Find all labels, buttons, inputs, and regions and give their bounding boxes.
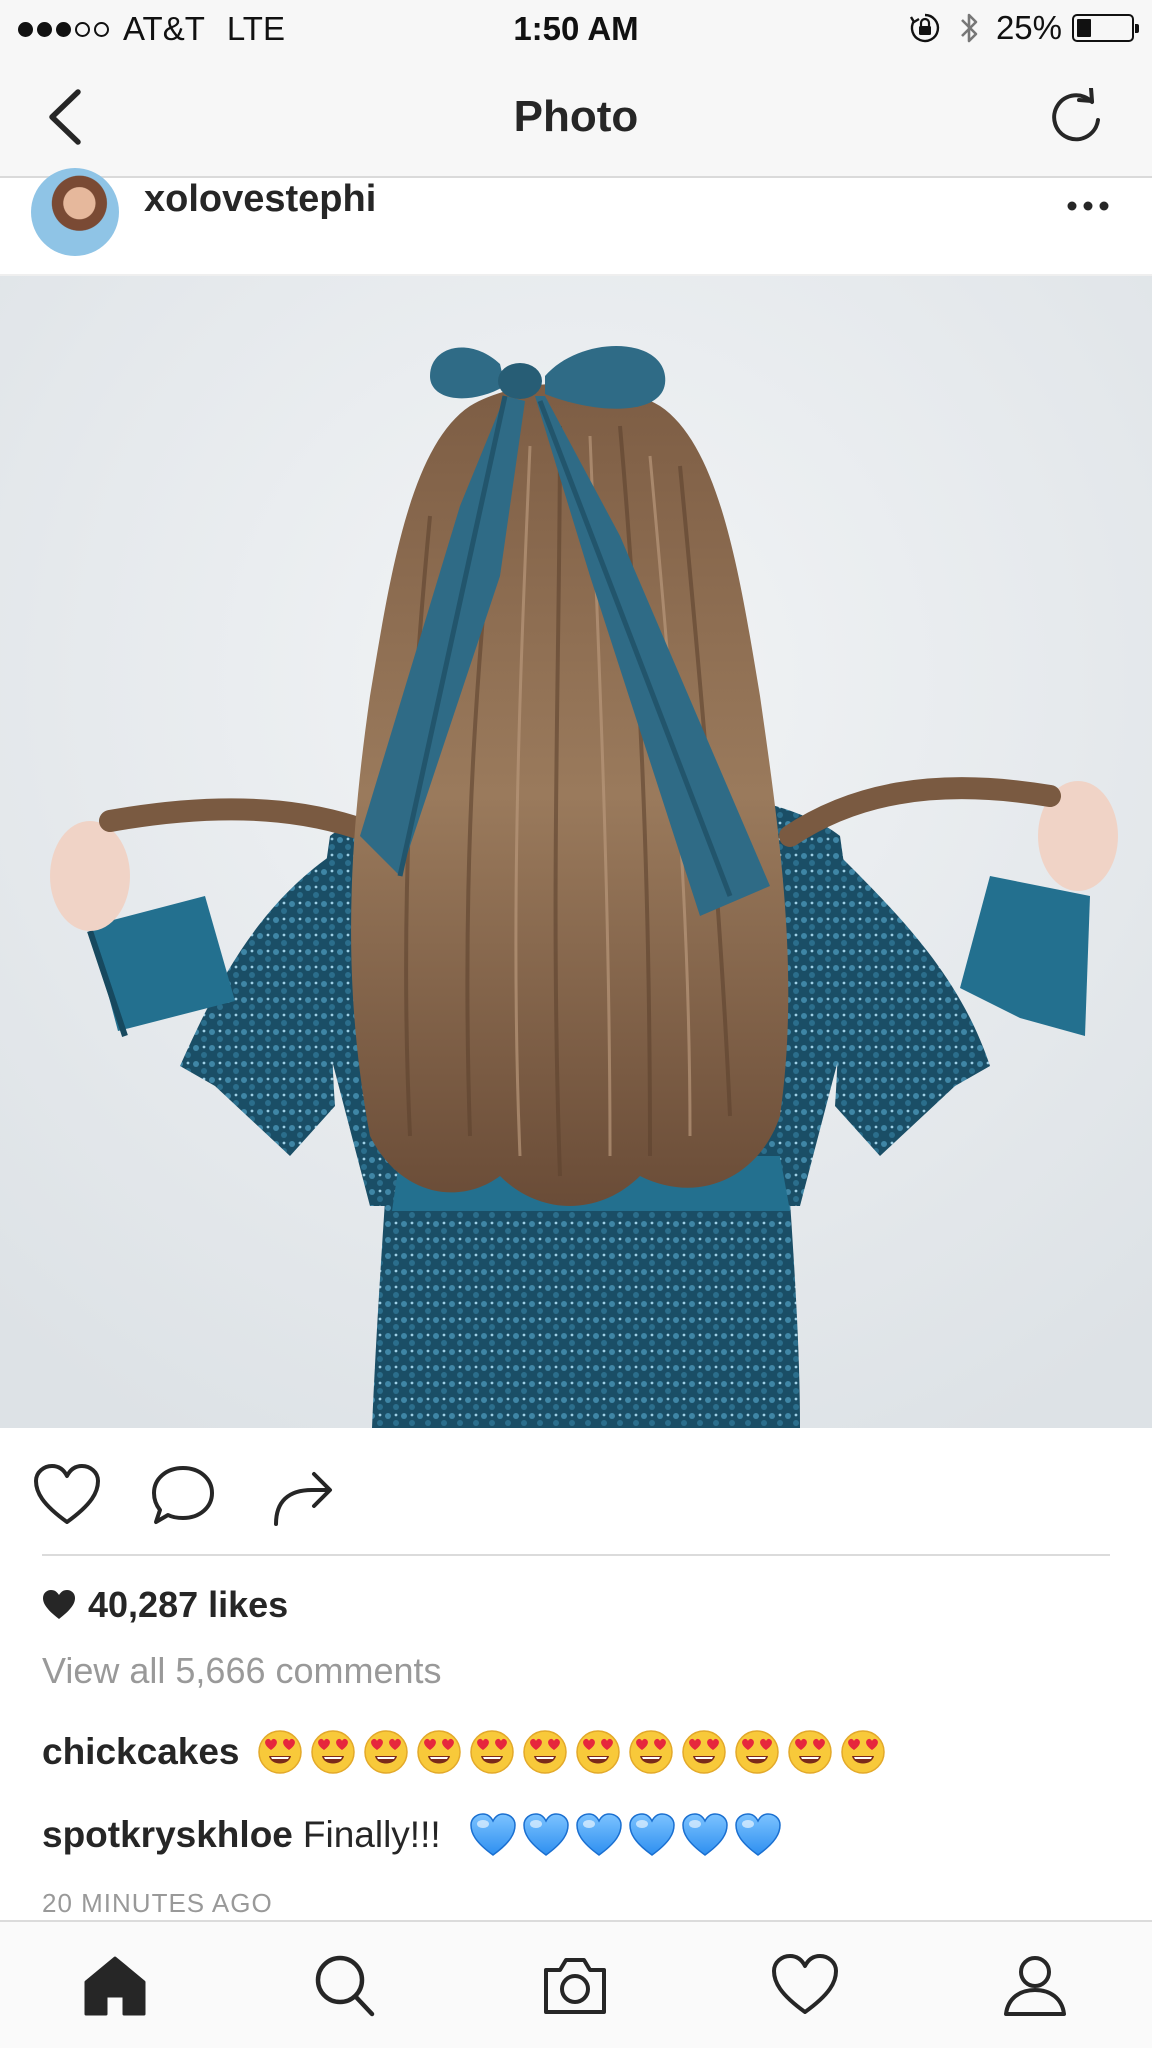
- ellipsis-icon[interactable]: [1066, 200, 1110, 212]
- refresh-icon[interactable]: [1046, 88, 1106, 148]
- heart-eyes-emoji: [628, 1730, 673, 1774]
- avatar[interactable]: [31, 168, 119, 256]
- heart-eyes-emoji-row: [256, 1728, 892, 1776]
- blue-heart-emoji: [734, 1813, 781, 1856]
- comment-item: spotkryskhloe Finally!!!: [42, 1812, 787, 1858]
- blue-heart-emoji: [522, 1813, 569, 1856]
- profile-icon[interactable]: [1000, 1952, 1070, 2018]
- blue-heart-emoji: [575, 1813, 622, 1856]
- search-icon[interactable]: [310, 1952, 380, 2018]
- blue-heart-emoji: [681, 1813, 728, 1856]
- comment-author[interactable]: chickcakes: [42, 1731, 240, 1773]
- status-right: 25%: [908, 9, 1139, 47]
- blue-heart-emoji-row: [469, 1812, 787, 1858]
- post-photo[interactable]: [0, 276, 1152, 1428]
- post-username[interactable]: xolovestephi: [144, 178, 376, 221]
- like-icon[interactable]: [32, 1462, 102, 1528]
- status-bar: AT&T LTE 1:50 AM 25%: [0, 0, 1152, 58]
- camera-icon[interactable]: [540, 1952, 610, 2018]
- heart-eyes-emoji: [416, 1730, 461, 1774]
- orientation-lock-icon: [909, 13, 940, 43]
- likes-label: 40,287 likes: [88, 1584, 289, 1625]
- post-header: xolovestephi: [0, 168, 1152, 276]
- post-actions: [0, 1428, 1152, 1556]
- comment-text: Finally!!!: [302, 1814, 441, 1855]
- blue-heart-emoji: [628, 1813, 675, 1856]
- divider: [42, 1554, 1110, 1556]
- share-icon[interactable]: [268, 1462, 338, 1528]
- battery-icon: [1072, 14, 1139, 42]
- comment-item: chickcakes: [42, 1728, 892, 1776]
- blue-heart-emoji: [469, 1813, 516, 1856]
- heart-eyes-emoji: [734, 1730, 779, 1774]
- page-title: Photo: [513, 92, 639, 141]
- heart-eyes-emoji: [681, 1730, 726, 1774]
- heart-eyes-emoji: [522, 1730, 567, 1774]
- heart-eyes-emoji: [575, 1730, 620, 1774]
- heart-eyes-emoji: [257, 1730, 302, 1774]
- photo-illustration: [0, 276, 1152, 1428]
- tab-bar: [0, 1920, 1152, 2048]
- heart-eyes-emoji: [469, 1730, 514, 1774]
- heart-eyes-emoji: [840, 1730, 885, 1774]
- heart-filled-icon: [43, 1590, 75, 1619]
- heart-eyes-emoji: [310, 1730, 355, 1774]
- comment-icon[interactable]: [148, 1462, 218, 1528]
- post-timestamp: 20 MINUTES AGO: [42, 1888, 273, 1918]
- likes-count[interactable]: 40,287 likes: [42, 1584, 288, 1626]
- heart-eyes-emoji: [363, 1730, 408, 1774]
- bluetooth-icon: [961, 13, 978, 43]
- view-all-comments-link[interactable]: View all 5,666 comments: [42, 1650, 442, 1692]
- activity-heart-icon[interactable]: [770, 1952, 840, 2018]
- navigation-bar: Photo: [0, 58, 1152, 178]
- heart-eyes-emoji: [787, 1730, 832, 1774]
- home-icon[interactable]: [80, 1952, 150, 2018]
- comment-author[interactable]: spotkryskhloe: [42, 1814, 293, 1856]
- battery-percent: 25%: [995, 9, 1062, 46]
